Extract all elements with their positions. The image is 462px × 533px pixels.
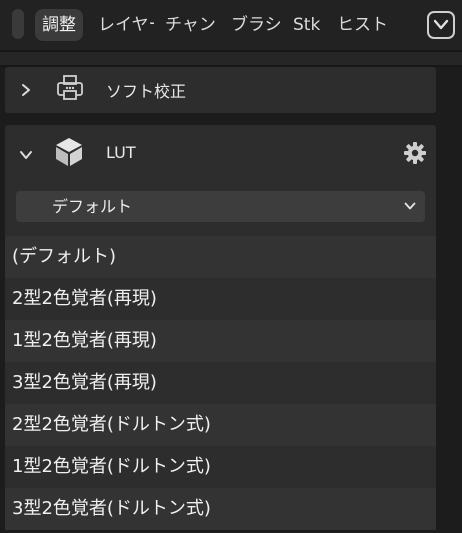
cube-icon: [56, 138, 82, 166]
lut-dropdown[interactable]: デフォルト: [16, 191, 425, 222]
lut-dropdown-value: デフォルト: [52, 197, 133, 216]
list-item[interactable]: 2型2色覚者(再現): [5, 278, 436, 320]
soft-proof-panel: ソフト校正: [5, 67, 436, 113]
list-item[interactable]: 1型2色覚者(ドルトン式): [5, 446, 436, 488]
printer-icon: [57, 75, 83, 100]
tab-overflow-button[interactable]: [427, 11, 455, 39]
panel-tab-bar: 調整 レイヤー チャンネル ブラシ Stk ヒストリー: [0, 0, 462, 50]
tab-stock[interactable]: Stk: [293, 9, 320, 41]
chevron-down-icon: [20, 151, 32, 159]
panel-scroll-area: [0, 50, 462, 67]
list-item[interactable]: 1型2色覚者(再現): [5, 320, 436, 362]
lut-panel: LUT デフォルト (デフォルト) 2型2色覚者(再現) 1型2色覚者(再現) …: [5, 125, 436, 530]
tab-brushes[interactable]: ブラシ: [231, 9, 281, 41]
tab-adjustments[interactable]: 調整: [35, 9, 83, 41]
list-item[interactable]: 2型2色覚者(ドルトン式): [5, 404, 436, 446]
horizontal-scrollbar[interactable]: [0, 52, 462, 65]
list-item[interactable]: (デフォルト): [5, 236, 436, 278]
tab-layers[interactable]: レイヤー: [98, 9, 154, 41]
chevron-right-icon: [22, 84, 30, 96]
gear-icon[interactable]: [403, 141, 427, 165]
list-item[interactable]: 3型2色覚者(再現): [5, 362, 436, 404]
lut-panel-header[interactable]: LUT: [5, 125, 436, 177]
drag-grip-handle[interactable]: [12, 9, 24, 39]
chevron-down-icon: [404, 202, 416, 210]
chevron-down-icon: [433, 19, 449, 30]
lut-panel-title: LUT: [106, 143, 136, 162]
tab-channels[interactable]: チャンネル: [165, 9, 217, 41]
list-item[interactable]: 3型2色覚者(ドルトン式): [5, 488, 436, 530]
tab-history[interactable]: ヒストリー: [337, 9, 389, 41]
soft-proof-panel-header[interactable]: ソフト校正: [5, 67, 436, 113]
soft-proof-panel-title: ソフト校正: [106, 82, 187, 101]
